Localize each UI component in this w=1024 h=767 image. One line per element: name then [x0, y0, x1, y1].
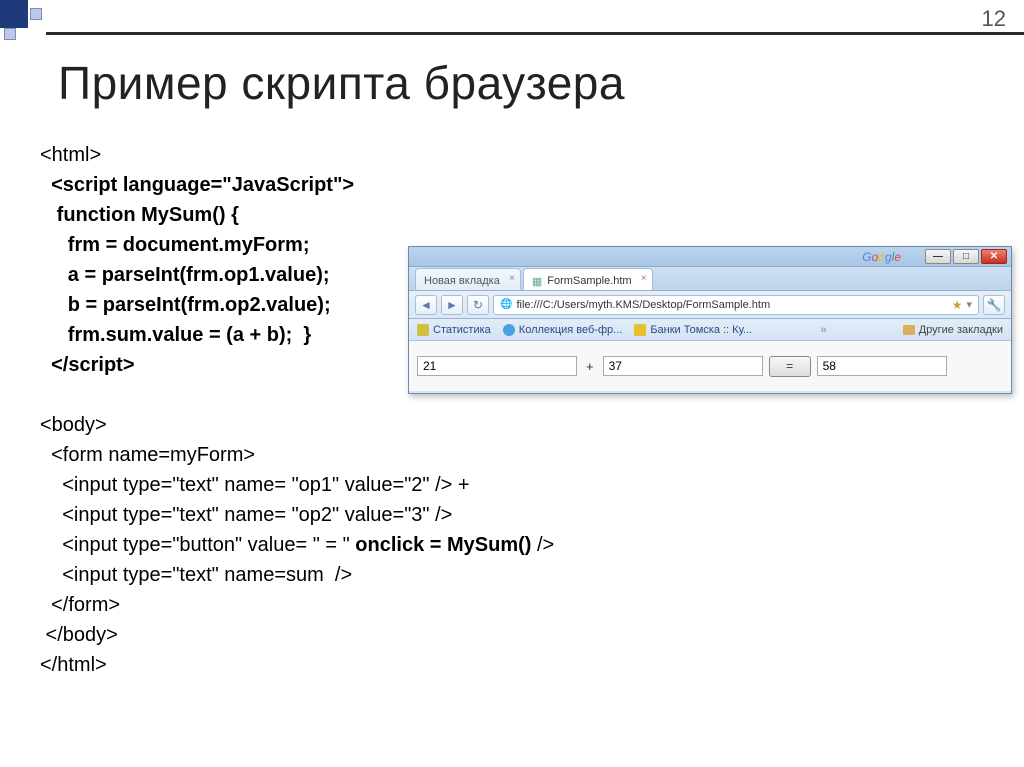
star-icon[interactable]: ★ — [952, 298, 963, 312]
bookmark-item[interactable]: Банки Томска :: Ку... — [634, 324, 752, 336]
url-text: file:///C:/Users/myth.KMS/Desktop/FormSa… — [516, 299, 770, 311]
close-button[interactable]: ✕ — [981, 249, 1007, 264]
deco-square — [30, 8, 42, 20]
title-rule — [46, 32, 1024, 35]
slide-title: Пример скрипта браузера — [58, 56, 625, 110]
forward-button[interactable]: ► — [441, 295, 463, 315]
titlebar: Google — □ ✕ — [409, 247, 1011, 267]
op1-input[interactable] — [417, 356, 577, 376]
tab-active[interactable]: ▦ FormSample.htm × — [523, 268, 653, 290]
tab-strip: Новая вкладка × ▦ FormSample.htm × — [409, 267, 1011, 291]
minimize-button[interactable]: — — [925, 249, 951, 264]
tab-label: FormSample.htm — [547, 275, 631, 287]
maximize-button[interactable]: □ — [953, 249, 979, 264]
code-line: <script language="JavaScript"> — [40, 170, 554, 200]
equals-button[interactable]: = — [769, 356, 811, 377]
code-line: <input type="button" value= " = " onclic… — [40, 530, 554, 560]
code-line: function MySum() { — [40, 200, 554, 230]
bookmark-icon — [634, 324, 646, 336]
code-text: <input type="button" value= " = " — [40, 534, 355, 556]
dropdown-icon[interactable]: ▾ — [966, 298, 972, 311]
back-button[interactable]: ◄ — [415, 295, 437, 315]
folder-icon — [903, 325, 915, 335]
wrench-icon[interactable]: 🔧 — [983, 295, 1005, 315]
code-text: /> — [531, 534, 554, 556]
code-line: <input type="text" name=sum /> — [40, 560, 554, 590]
code-line: <input type="text" name= "op1" value="2"… — [40, 470, 554, 500]
page-icon: ▦ — [532, 275, 542, 288]
google-logo: Google — [862, 250, 901, 264]
globe-icon: 🌐 — [500, 299, 512, 310]
bookmark-label: Коллекция веб-фр... — [519, 324, 623, 336]
code-text: </scr — [40, 354, 98, 376]
bookmarks-bar: Статистика Коллекция веб-фр... Банки Том… — [409, 319, 1011, 341]
browser-window: Google — □ ✕ Новая вкладка × ▦ FormSampl… — [408, 246, 1012, 394]
deco-square — [0, 0, 28, 28]
window-controls: — □ ✕ — [925, 249, 1007, 264]
overflow-icon[interactable]: » — [820, 324, 834, 336]
close-icon[interactable]: × — [509, 273, 515, 284]
slide: 12 Пример скрипта браузера <html> <scrip… — [0, 0, 1024, 767]
bookmark-item[interactable]: Коллекция веб-фр... — [503, 324, 623, 336]
close-icon[interactable]: × — [641, 273, 647, 284]
bookmark-label: Статистика — [433, 324, 491, 336]
other-bookmarks[interactable]: Другие закладки — [903, 324, 1003, 336]
bookmark-item[interactable]: Статистика — [417, 324, 491, 336]
code-line: </form> — [40, 590, 554, 620]
reload-button[interactable]: ↻ — [467, 295, 489, 315]
op2-input[interactable] — [603, 356, 763, 376]
code-text: ipt> — [98, 354, 134, 376]
address-bar: ◄ ► ↻ 🌐 file:///C:/Users/myth.KMS/Deskto… — [409, 291, 1011, 319]
url-field[interactable]: 🌐 file:///C:/Users/myth.KMS/Desktop/Form… — [493, 295, 979, 315]
code-line: </body> — [40, 620, 554, 650]
page-content: + = — [409, 341, 1011, 391]
code-listing: <html> <script language="JavaScript"> fu… — [40, 140, 554, 680]
sum-input[interactable] — [817, 356, 947, 376]
plus-label: + — [583, 359, 597, 374]
tab-new[interactable]: Новая вкладка × — [415, 268, 521, 290]
ie-icon — [503, 324, 515, 336]
code-line: <html> — [40, 140, 554, 170]
code-line: <body> — [40, 410, 554, 440]
other-bookmarks-label: Другие закладки — [919, 324, 1003, 336]
code-text: onclick = MySum() — [355, 534, 531, 556]
corner-decoration — [0, 0, 60, 48]
bookmark-icon — [417, 324, 429, 336]
code-line: <form name=myForm> — [40, 440, 554, 470]
deco-square — [4, 28, 16, 40]
tab-label: Новая вкладка — [424, 275, 500, 287]
code-line: <input type="text" name= "op2" value="3"… — [40, 500, 554, 530]
code-line: </html> — [40, 650, 554, 680]
bookmark-label: Банки Томска :: Ку... — [650, 324, 752, 336]
page-number: 12 — [982, 6, 1006, 32]
